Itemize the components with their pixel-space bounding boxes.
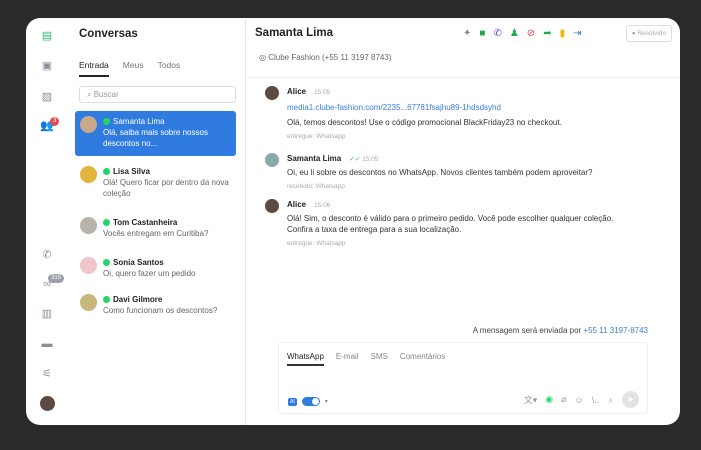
avatar <box>265 153 279 167</box>
contact-name: Samanta Lima <box>255 27 333 39</box>
conversation-item[interactable]: Samanta Lima Olá, saiba mais sobre nossos… <box>75 111 236 156</box>
whatsapp-icon <box>103 118 110 125</box>
avatar <box>80 257 97 274</box>
emoji-icon[interactable]: ☺ <box>575 395 584 405</box>
contact-subtitle: Clube Fashion (+55 11 3197 8743) <box>268 53 392 62</box>
conversation-item[interactable]: Sonia Santos Oi, quero fazer um pedido <box>75 252 236 284</box>
nav-rail: ▤ ▣ ▨ 👥 3 ✆ ∞ 315 ▥ ▬ ⚟ <box>26 18 70 425</box>
exit-icon[interactable]: ⇥ <box>573 28 581 39</box>
avatar <box>80 166 97 183</box>
conversation-item[interactable]: Davi Gilmore Como funcionam os descontos? <box>75 289 236 321</box>
whatsapp-icon <box>103 168 110 175</box>
contacts-badge: 3 <box>50 117 60 126</box>
microphone-icon[interactable]: ♁ <box>607 395 614 405</box>
whatsapp-icon: ◎ <box>259 53 269 62</box>
whatsapp-badge: 315 <box>48 274 65 283</box>
inbox-icon[interactable]: ▣ <box>40 60 54 72</box>
search-input[interactable]: ⌕ Buscar <box>79 86 236 103</box>
tab-todos[interactable]: Todos <box>158 60 181 77</box>
conversations-icon[interactable]: ▤ <box>40 30 54 42</box>
send-button[interactable]: ➤ <box>622 391 639 408</box>
avatar <box>80 294 97 311</box>
shortcut-icon[interactable]: \.. <box>592 395 600 405</box>
tab-meus[interactable]: Meus <box>123 60 144 77</box>
settings-sliders-icon[interactable]: ⚟ <box>40 368 54 380</box>
conversation-item[interactable]: Tom Castanheira Vocês entregam em Curitib… <box>75 212 236 244</box>
tab-sms[interactable]: SMS <box>371 352 388 366</box>
message: Samanta Lima ✓✓ 15:05 Oi, eu li sobre os de… <box>265 153 593 192</box>
message-link[interactable]: media1.clube-fashion.com/2235...67781fsa… <box>287 102 562 113</box>
avatar <box>80 116 97 133</box>
call-icon[interactable]: ✆ <box>493 28 501 39</box>
message: Alice 15:06 Olá! Sim, o desconto é válido … <box>265 199 635 249</box>
whatsapp-icon <box>103 259 110 266</box>
resolve-button[interactable]: ● Resolvido <box>625 25 672 42</box>
message-composer[interactable]: WhatsApp E-mail SMS Comentários AI ▾ 文▾ … <box>278 342 648 414</box>
app-window: ▤ ▣ ▨ 👥 3 ✆ ∞ 315 ▥ ▬ ⚟ Conversas Entrad… <box>26 18 680 425</box>
billing-icon[interactable]: ▬ <box>40 338 54 350</box>
message: Alice 15:05 media1.clube-fashion.com/2235.… <box>265 86 562 142</box>
tab-whatsapp[interactable]: WhatsApp <box>287 352 324 366</box>
conversation-item[interactable]: Lisa Silva Olá! Quero ficar por dentro da… <box>75 161 236 204</box>
list-title: Conversas <box>79 28 138 40</box>
block-icon[interactable]: ⊘ <box>527 28 535 39</box>
search-icon: ⌕ <box>87 90 94 99</box>
whatsapp-icon[interactable]: ◉ <box>545 394 553 405</box>
assign-user-icon[interactable]: ♟ <box>510 28 519 39</box>
ai-icon[interactable]: AI <box>288 397 297 406</box>
avatar <box>265 199 279 213</box>
phone-icon[interactable]: ✆ <box>40 249 54 261</box>
chat-panel: Samanta Lima ◎ Clube Fashion (+55 11 319… <box>247 18 680 425</box>
whatsapp-icon <box>103 219 110 226</box>
note-icon[interactable]: ▮ <box>560 28 566 39</box>
tab-comments[interactable]: Comentários <box>400 352 445 366</box>
toggle-switch[interactable] <box>301 397 320 406</box>
conversation-list: Conversas Entrada Meus Todos ⌕ Buscar Sa… <box>70 18 246 425</box>
analytics-icon[interactable]: ▥ <box>40 308 54 320</box>
translate-icon[interactable]: 文▾ <box>524 393 538 406</box>
tab-email[interactable]: E-mail <box>336 352 359 366</box>
send-info: A mensagem será enviada por +55 11 3197-… <box>472 326 648 335</box>
chevron-down-icon[interactable]: ▾ <box>325 398 328 405</box>
attachment-icon[interactable]: ⌀ <box>561 394 566 405</box>
avatar <box>80 217 97 234</box>
pin-icon[interactable]: ✦ <box>463 28 471 39</box>
video-icon[interactable]: ■ <box>479 28 485 39</box>
user-avatar[interactable] <box>40 396 55 411</box>
forward-icon[interactable]: ➦ <box>543 28 551 39</box>
chat-header: Samanta Lima ◎ Clube Fashion (+55 11 319… <box>247 18 680 78</box>
tab-entrada[interactable]: Entrada <box>79 60 109 77</box>
avatar <box>265 86 279 100</box>
whatsapp-icon <box>103 296 110 303</box>
reports-icon[interactable]: ▨ <box>40 91 54 103</box>
